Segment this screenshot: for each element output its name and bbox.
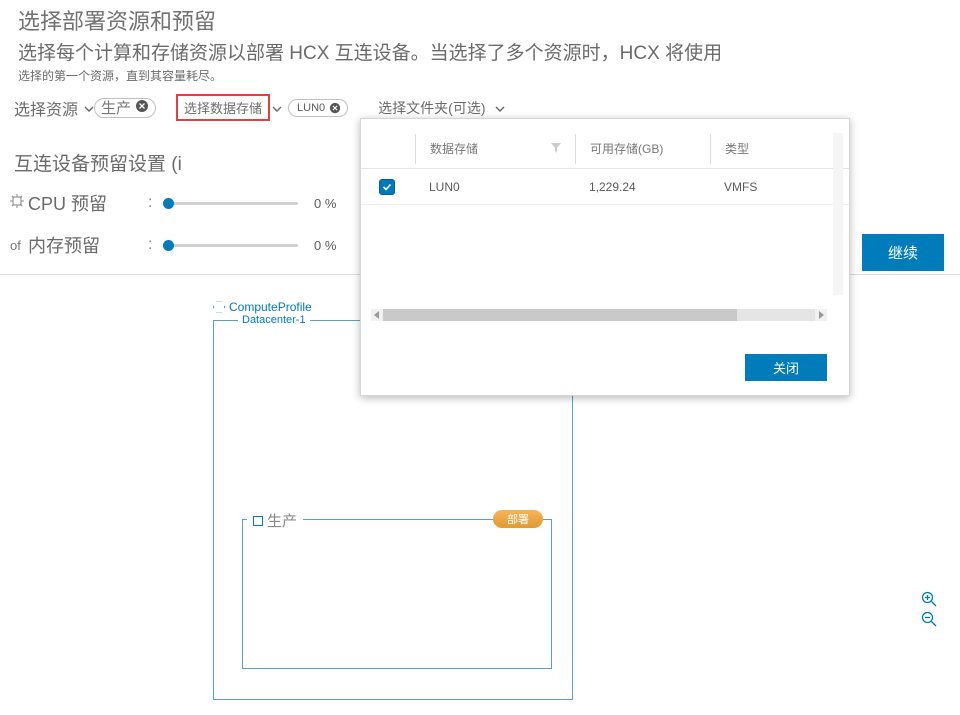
scroll-left-icon[interactable]	[371, 309, 383, 321]
select-folder-label[interactable]: 选择文件夹(可选)	[378, 98, 505, 118]
zoom-controls	[920, 590, 938, 628]
resource-chip[interactable]: 生产	[94, 98, 156, 118]
datastore-chip[interactable]: LUN0	[288, 99, 348, 117]
mem-value: 0 %	[314, 238, 336, 253]
continue-button[interactable]: 继续	[862, 234, 944, 271]
resource-chip-label: 生产	[101, 97, 131, 118]
td-checkbox[interactable]	[379, 179, 415, 195]
cluster-text: 生产	[267, 510, 297, 531]
page-desc-2: 选择的第一个资源，直到其容量耗尽。	[18, 67, 960, 84]
cpu-slider-thumb[interactable]	[163, 198, 174, 209]
mem-label: 内存预留	[28, 232, 148, 258]
select-datastore-text: 选择数据存储	[184, 98, 262, 117]
cluster-box: 生产 部署	[242, 519, 552, 669]
zoom-in-button[interactable]	[920, 590, 938, 608]
page-desc-1: 选择每个计算和存储资源以部署 HCX 互连设备。当选择了多个资源时，HCX 将使…	[18, 38, 960, 65]
selectors-row: 选择资源 生产 选择数据存储 LUN0 选择文件夹(可选)	[14, 94, 960, 121]
table-row[interactable]: LUN0 1,229.24 VMFS	[361, 169, 849, 205]
select-folder-text: 选择文件夹(可选)	[378, 100, 485, 116]
datacenter-label: Datacenter-1	[238, 314, 310, 326]
scroll-track[interactable]	[383, 309, 815, 321]
select-datastore-label[interactable]: 选择数据存储	[184, 98, 262, 117]
mem-slider-thumb[interactable]	[163, 240, 174, 251]
scroll-thumb[interactable]	[383, 309, 737, 321]
checkbox-checked-icon[interactable]	[379, 179, 395, 195]
horizontal-scrollbar[interactable]	[371, 309, 827, 321]
filter-icon[interactable]	[551, 142, 561, 156]
close-icon[interactable]	[135, 99, 149, 116]
select-datastore-highlight: 选择数据存储	[176, 94, 270, 121]
td-available: 1,229.24	[575, 180, 710, 194]
page-title: 选择部署资源和预留	[18, 4, 960, 36]
th-available[interactable]: 可用存储(GB)	[575, 134, 710, 164]
mem-slider[interactable]	[168, 244, 298, 247]
select-resource-label: 选择资源	[14, 96, 78, 120]
zoom-out-button[interactable]	[920, 610, 938, 628]
th-datastore[interactable]: 数据存储	[415, 134, 575, 164]
close-button[interactable]: 关闭	[745, 354, 827, 381]
datastore-table: 数据存储 可用存储(GB) 类型 LUN0 1,229.24 VMFS	[361, 119, 849, 339]
chevron-down-icon[interactable]	[84, 100, 94, 116]
datastore-chip-label: LUN0	[297, 102, 325, 114]
td-type: VMFS	[710, 180, 770, 194]
chevron-down-icon[interactable]	[272, 100, 282, 116]
compute-profile-text: ComputeProfile	[229, 300, 312, 314]
chevron-down-icon[interactable]	[495, 100, 505, 116]
scroll-right-icon[interactable]	[815, 309, 827, 321]
th-type[interactable]: 类型	[710, 134, 770, 164]
hexagon-icon	[213, 301, 225, 313]
deploy-badge: 部署	[493, 510, 543, 528]
th-checkbox	[379, 134, 415, 164]
cpu-label: CPU 预留	[28, 190, 148, 216]
vertical-scrollbar[interactable]	[833, 133, 843, 295]
cpu-value: 0 %	[314, 196, 336, 211]
td-name: LUN0	[415, 180, 575, 194]
square-icon	[253, 516, 263, 526]
datastore-dropdown-panel: 数据存储 可用存储(GB) 类型 LUN0 1,229.24 VMFS	[360, 118, 850, 396]
mem-prefix: of	[10, 238, 28, 253]
close-icon[interactable]	[329, 102, 341, 114]
table-header: 数据存储 可用存储(GB) 类型	[361, 129, 849, 169]
cluster-label: 生产	[247, 510, 303, 531]
cpu-slider[interactable]	[168, 202, 298, 205]
cpu-icon	[10, 194, 28, 213]
th-datastore-text: 数据存储	[430, 140, 478, 157]
